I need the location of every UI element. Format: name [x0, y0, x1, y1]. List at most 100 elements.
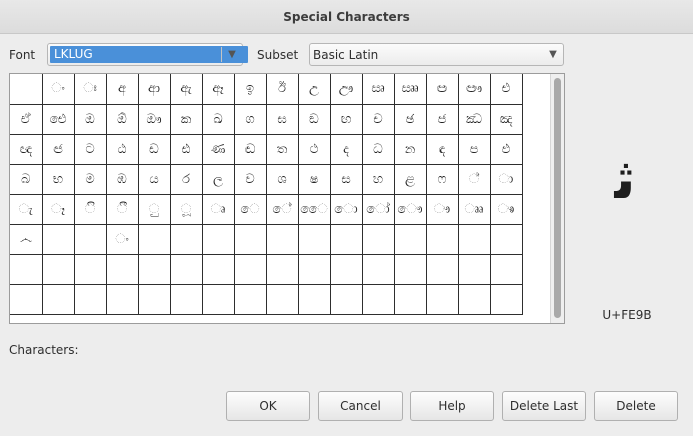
character-cell[interactable]: ඊ [265, 74, 299, 105]
character-cell[interactable] [265, 223, 299, 255]
character-cell[interactable] [393, 283, 427, 315]
ok-button[interactable]: OK [226, 391, 310, 421]
help-button[interactable]: Help [410, 391, 494, 421]
character-cell[interactable]: ඡ [393, 103, 427, 135]
character-cell[interactable]: ඃ [73, 74, 107, 105]
character-cell[interactable] [297, 223, 331, 255]
character-cell[interactable]: න [393, 133, 427, 165]
character-cell[interactable]: ළ [393, 163, 427, 195]
character-cell[interactable] [361, 283, 395, 315]
character-cell[interactable]: ෛ [297, 193, 331, 225]
character-cell[interactable]: උ [297, 74, 331, 105]
character-cell[interactable] [41, 283, 75, 315]
character-cell[interactable]: ඦ [41, 133, 75, 165]
cancel-button[interactable]: Cancel [318, 391, 403, 421]
character-cell[interactable] [329, 253, 363, 285]
character-cell[interactable]: ථ [297, 133, 331, 165]
character-cell[interactable] [169, 283, 203, 315]
character-cell[interactable] [329, 283, 363, 315]
character-cell[interactable] [10, 253, 43, 285]
character-cell[interactable] [425, 253, 459, 285]
character-cell[interactable]: ත [265, 133, 299, 165]
character-cell[interactable] [233, 253, 267, 285]
subset-dropdown[interactable]: Basic Latin ▼ [309, 43, 564, 66]
character-cell[interactable]: ා [489, 163, 523, 195]
character-cell[interactable] [73, 223, 107, 255]
character-cell[interactable]: ෲ [457, 193, 491, 225]
character-cell[interactable]: ස [329, 163, 363, 195]
character-cell[interactable]: ඤ [489, 103, 523, 135]
character-cell[interactable]: ෙ [233, 193, 267, 225]
character-cell[interactable]: ි [73, 193, 107, 225]
character-cell[interactable] [169, 223, 203, 255]
character-cell[interactable] [105, 283, 139, 315]
character-cell[interactable]: ඖ [137, 103, 171, 135]
character-cell[interactable] [10, 74, 43, 105]
character-cell[interactable]: ච [361, 103, 395, 135]
character-cell[interactable]: ධ [361, 133, 395, 165]
character-cell[interactable]: ෟ [425, 193, 459, 225]
grid-scrollbar[interactable] [550, 74, 564, 323]
character-cell[interactable]: ප [457, 133, 491, 165]
character-cell[interactable]: ෳ [489, 193, 523, 225]
character-cell[interactable]: ේ [265, 193, 299, 225]
character-cell[interactable] [201, 253, 235, 285]
character-cell[interactable]: ෆ [425, 163, 459, 195]
character-cell[interactable] [361, 253, 395, 285]
character-cell[interactable]: ී [105, 193, 139, 225]
character-cell[interactable]: ඥ [10, 133, 43, 165]
character-cell[interactable]: ඵ [489, 133, 523, 165]
character-cell[interactable]: ඎ [393, 74, 427, 105]
character-cell[interactable]: ම [73, 163, 107, 195]
character-cell[interactable]: ෘ [201, 193, 235, 225]
character-cell[interactable] [137, 283, 171, 315]
scrollbar-thumb[interactable] [554, 78, 561, 318]
character-cell[interactable]: ද [329, 133, 363, 165]
character-cell[interactable]: ැ [10, 193, 43, 225]
character-cell[interactable]: ූ [169, 193, 203, 225]
character-cell[interactable]: ජ [425, 103, 459, 135]
character-cell[interactable] [393, 223, 427, 255]
character-table[interactable]: ංඃ අ ආ ඇ ඈ ඉ ඊ උ ඌ ඍ ඎ ඏ ඐ එ ඒ ඓ ඔ ඕ ඖ ක ඛ ග ඝ ඞ ඟ ච ඡ ජ ඣ ඤ ඥ ඦ ට ඨ ඩ ඪ ණ ඬ ත… [10, 74, 523, 315]
character-cell[interactable]: ණ [201, 133, 235, 165]
character-cell[interactable]: ඳ [425, 133, 459, 165]
character-cell[interactable]: ල [201, 163, 235, 195]
character-cell[interactable]: ් [457, 163, 491, 195]
character-cell[interactable] [137, 253, 171, 285]
character-cell[interactable] [457, 253, 491, 285]
character-cell[interactable]: ෑ [41, 193, 75, 225]
character-cell[interactable] [73, 283, 107, 315]
character-cell[interactable] [489, 223, 523, 255]
character-cell[interactable] [425, 223, 459, 255]
character-cell[interactable]: ඪ [169, 133, 203, 165]
character-cell[interactable]: ඩ [137, 133, 171, 165]
character-cell[interactable]: ඏ [425, 74, 459, 105]
character-cell[interactable]: ඍ [361, 74, 395, 105]
delete-button[interactable]: Delete [594, 391, 678, 421]
character-cell[interactable]: ඬ [233, 133, 267, 165]
character-cell[interactable] [489, 283, 523, 315]
character-cell[interactable]: ඣ [457, 103, 491, 135]
character-cell[interactable]: ො [329, 193, 363, 225]
character-cell[interactable]: ෞ [393, 193, 427, 225]
character-cell[interactable] [233, 283, 267, 315]
character-cell[interactable]: ඉ [233, 74, 267, 105]
character-cell[interactable] [329, 223, 363, 255]
character-cell[interactable]: ෂ [297, 163, 331, 195]
character-cell[interactable]: ඕ [105, 103, 139, 135]
character-cell[interactable]: හ [361, 163, 395, 195]
character-cell[interactable]: ට [73, 133, 107, 165]
character-cell[interactable]: ු [137, 193, 171, 225]
character-cell[interactable] [201, 283, 235, 315]
delete-last-button[interactable]: Delete Last [502, 391, 586, 421]
character-cell[interactable] [169, 253, 203, 285]
character-cell[interactable] [41, 253, 75, 285]
character-cell[interactable]: ෝ [361, 193, 395, 225]
character-cell[interactable] [265, 283, 299, 315]
character-cell[interactable] [73, 253, 107, 285]
character-cell[interactable]: ඛ [201, 103, 235, 135]
character-cell[interactable]: භ [41, 163, 75, 195]
character-cell[interactable]: ඇ [169, 74, 203, 105]
character-cell[interactable] [297, 253, 331, 285]
character-grid[interactable]: ංඃ අ ආ ඇ ඈ ඉ ඊ උ ඌ ඍ ඎ ඏ ඐ එ ඒ ඓ ඔ ඕ ඖ ක ඛ ග ඝ ඞ ඟ ච ඡ ජ ඣ ඤ ඥ ඦ ට ඨ ඩ ඪ ණ ඬ ත… [9, 73, 565, 324]
